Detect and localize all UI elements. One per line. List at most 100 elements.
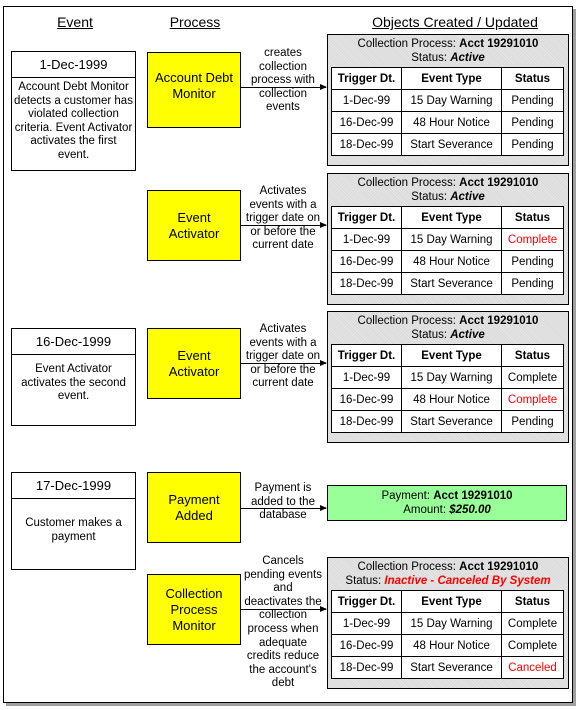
col-status: Status [501, 344, 564, 367]
cell-type: 15 Day Warning [401, 366, 502, 389]
table-row: 1-Dec-99 15 Day Warning Complete [331, 228, 564, 251]
event-box-2: 16-Dec-1999 Event Activator activates th… [11, 328, 136, 426]
cell-type: Start Severance [401, 133, 502, 156]
panel-title: Collection Process: Acct 19291010 Status… [328, 315, 568, 342]
collection-process-panel-2: Collection Process: Acct 19291010 Status… [327, 173, 569, 305]
process-name-line: Monitor [172, 617, 216, 633]
cell-date: 16-Dec-99 [331, 388, 402, 411]
col-trigger-dt: Trigger Dt. [331, 67, 402, 90]
event-description: Event Activator activates the second eve… [21, 363, 126, 402]
cell-status: Pending [501, 111, 564, 134]
table-row: 1-Dec-99 15 Day Warning Complete [331, 366, 564, 389]
panel-label: Collection Process: [357, 315, 460, 327]
cell-date: 1-Dec-99 [331, 366, 402, 389]
process-name-line: Activator [168, 225, 220, 241]
cell-status: Pending [501, 89, 564, 112]
col-trigger-dt: Trigger Dt. [331, 344, 402, 367]
process-name-line: Monitor [172, 86, 216, 101]
panel-status: Active [450, 190, 485, 203]
column-header-event: Event [57, 14, 93, 30]
panel-account: Acct 19291010 [459, 315, 539, 327]
cell-type: 15 Day Warning [401, 228, 502, 251]
table-header-row: Trigger Dt. Event Type Status [331, 590, 564, 613]
events-table: Trigger Dt. Event Type Status 1-Dec-99 15 D… [331, 344, 564, 433]
panel-status: Active [450, 51, 485, 64]
events-table: Trigger Dt. Event Type Status 1-Dec-99 15 D… [331, 206, 564, 295]
cell-type: Start Severance [401, 656, 502, 679]
collection-process-panel-4: Collection Process: Acct 19291010 Status… [327, 557, 569, 689]
process-box-event-activator-2: Event Activator [147, 328, 241, 399]
cell-status: Pending [501, 133, 564, 156]
cell-type: 48 Hour Notice [401, 250, 502, 273]
panel-account: Acct 19291010 [459, 177, 539, 189]
cell-type: 48 Hour Notice [401, 388, 502, 411]
cell-status: Pending [501, 250, 564, 273]
event-box-3: 17-Dec-1999 Customer makes a payment [11, 472, 136, 570]
event-date: 16-Dec-1999 [12, 329, 135, 355]
event-box-1: 1-Dec-1999 Account Debt Monitor detects … [11, 51, 136, 171]
table-row: 16-Dec-99 48 Hour Notice Pending [331, 111, 564, 134]
arrow-label: Cancels pending events and deactivates t… [243, 555, 322, 690]
event-description: Account Debt Monitor detects a customer … [14, 81, 133, 161]
cell-type: Start Severance [401, 272, 502, 295]
events-table: Trigger Dt. Event Type Status 1-Dec-99 15 D… [331, 590, 564, 679]
panel-status: Inactive - Canceled By System [384, 574, 551, 587]
payment-label: Payment: [381, 490, 434, 502]
arrow-right-icon [240, 606, 327, 612]
panel-label: Collection Process: [357, 177, 460, 189]
col-event-type: Event Type [401, 590, 502, 613]
cell-status: Complete [501, 366, 564, 389]
col-status: Status [501, 67, 564, 90]
col-trigger-dt: Trigger Dt. [331, 590, 402, 613]
table-header-row: Trigger Dt. Event Type Status [331, 344, 564, 367]
process-name-line: Activator [168, 363, 220, 379]
cell-date: 18-Dec-99 [331, 656, 402, 679]
table-row: 18-Dec-99 Start Severance Pending [331, 133, 564, 156]
collection-process-panel-3: Collection Process: Acct 19291010 Status… [327, 311, 569, 443]
cell-status: Complete [501, 612, 564, 635]
cell-status: Pending [501, 410, 564, 433]
table-row: 1-Dec-99 15 Day Warning Complete [331, 612, 564, 635]
process-box-account-debt-monitor: Account Debt Monitor [147, 52, 241, 128]
panel-title: Collection Process: Acct 19291010 Status… [328, 561, 568, 588]
event-description: Customer makes a payment [25, 517, 122, 543]
arrow-right-icon [240, 360, 327, 366]
cell-date: 16-Dec-99 [331, 634, 402, 657]
cell-type: 15 Day Warning [401, 89, 502, 112]
payment-amount-label: Amount: [403, 504, 450, 516]
process-name-line: Event [177, 347, 211, 363]
cell-date: 16-Dec-99 [331, 111, 402, 134]
process-name-line: Collection [165, 585, 223, 601]
cell-date: 1-Dec-99 [331, 228, 402, 251]
process-box-collection-process-monitor: Collection Process Monitor [147, 574, 241, 645]
table-row: 16-Dec-99 48 Hour Notice Complete [331, 388, 564, 411]
arrow-label: Activates events with a trigger date on … [245, 185, 321, 252]
panel-status-label: Status: [411, 328, 451, 341]
arrow-label: Activates events with a trigger date on … [245, 323, 321, 390]
panel-status-label: Status: [345, 574, 385, 587]
col-event-type: Event Type [401, 206, 502, 229]
payment-box: Payment: Acct 19291010 Amount: $250.00 [327, 485, 567, 521]
process-name-line: Event [177, 209, 211, 225]
col-status: Status [501, 590, 564, 613]
table-row: 16-Dec-99 48 Hour Notice Pending [331, 250, 564, 273]
process-name-line: Payment [168, 491, 220, 507]
panel-status: Active [450, 328, 485, 341]
panel-status-label: Status: [411, 51, 451, 64]
cell-status: Complete [501, 388, 564, 411]
table-header-row: Trigger Dt. Event Type Status [331, 67, 564, 90]
table-header-row: Trigger Dt. Event Type Status [331, 206, 564, 229]
panel-status-label: Status: [411, 190, 451, 203]
event-date: 17-Dec-1999 [12, 473, 135, 499]
arrow-label: creates collection process with collecti… [251, 47, 315, 114]
process-name-line: Process [170, 601, 218, 617]
column-header-objects: Objects Created / Updated [372, 14, 538, 30]
cell-status: Pending [501, 272, 564, 295]
panel-account: Acct 19291010 [459, 561, 539, 573]
event-date: 1-Dec-1999 [12, 52, 135, 78]
cell-type: 48 Hour Notice [401, 111, 502, 134]
table-row: 18-Dec-99 Start Severance Pending [331, 272, 564, 295]
table-row: 18-Dec-99 Start Severance Pending [331, 410, 564, 433]
col-event-type: Event Type [401, 67, 502, 90]
payment-amount: $250.00 [449, 504, 491, 516]
